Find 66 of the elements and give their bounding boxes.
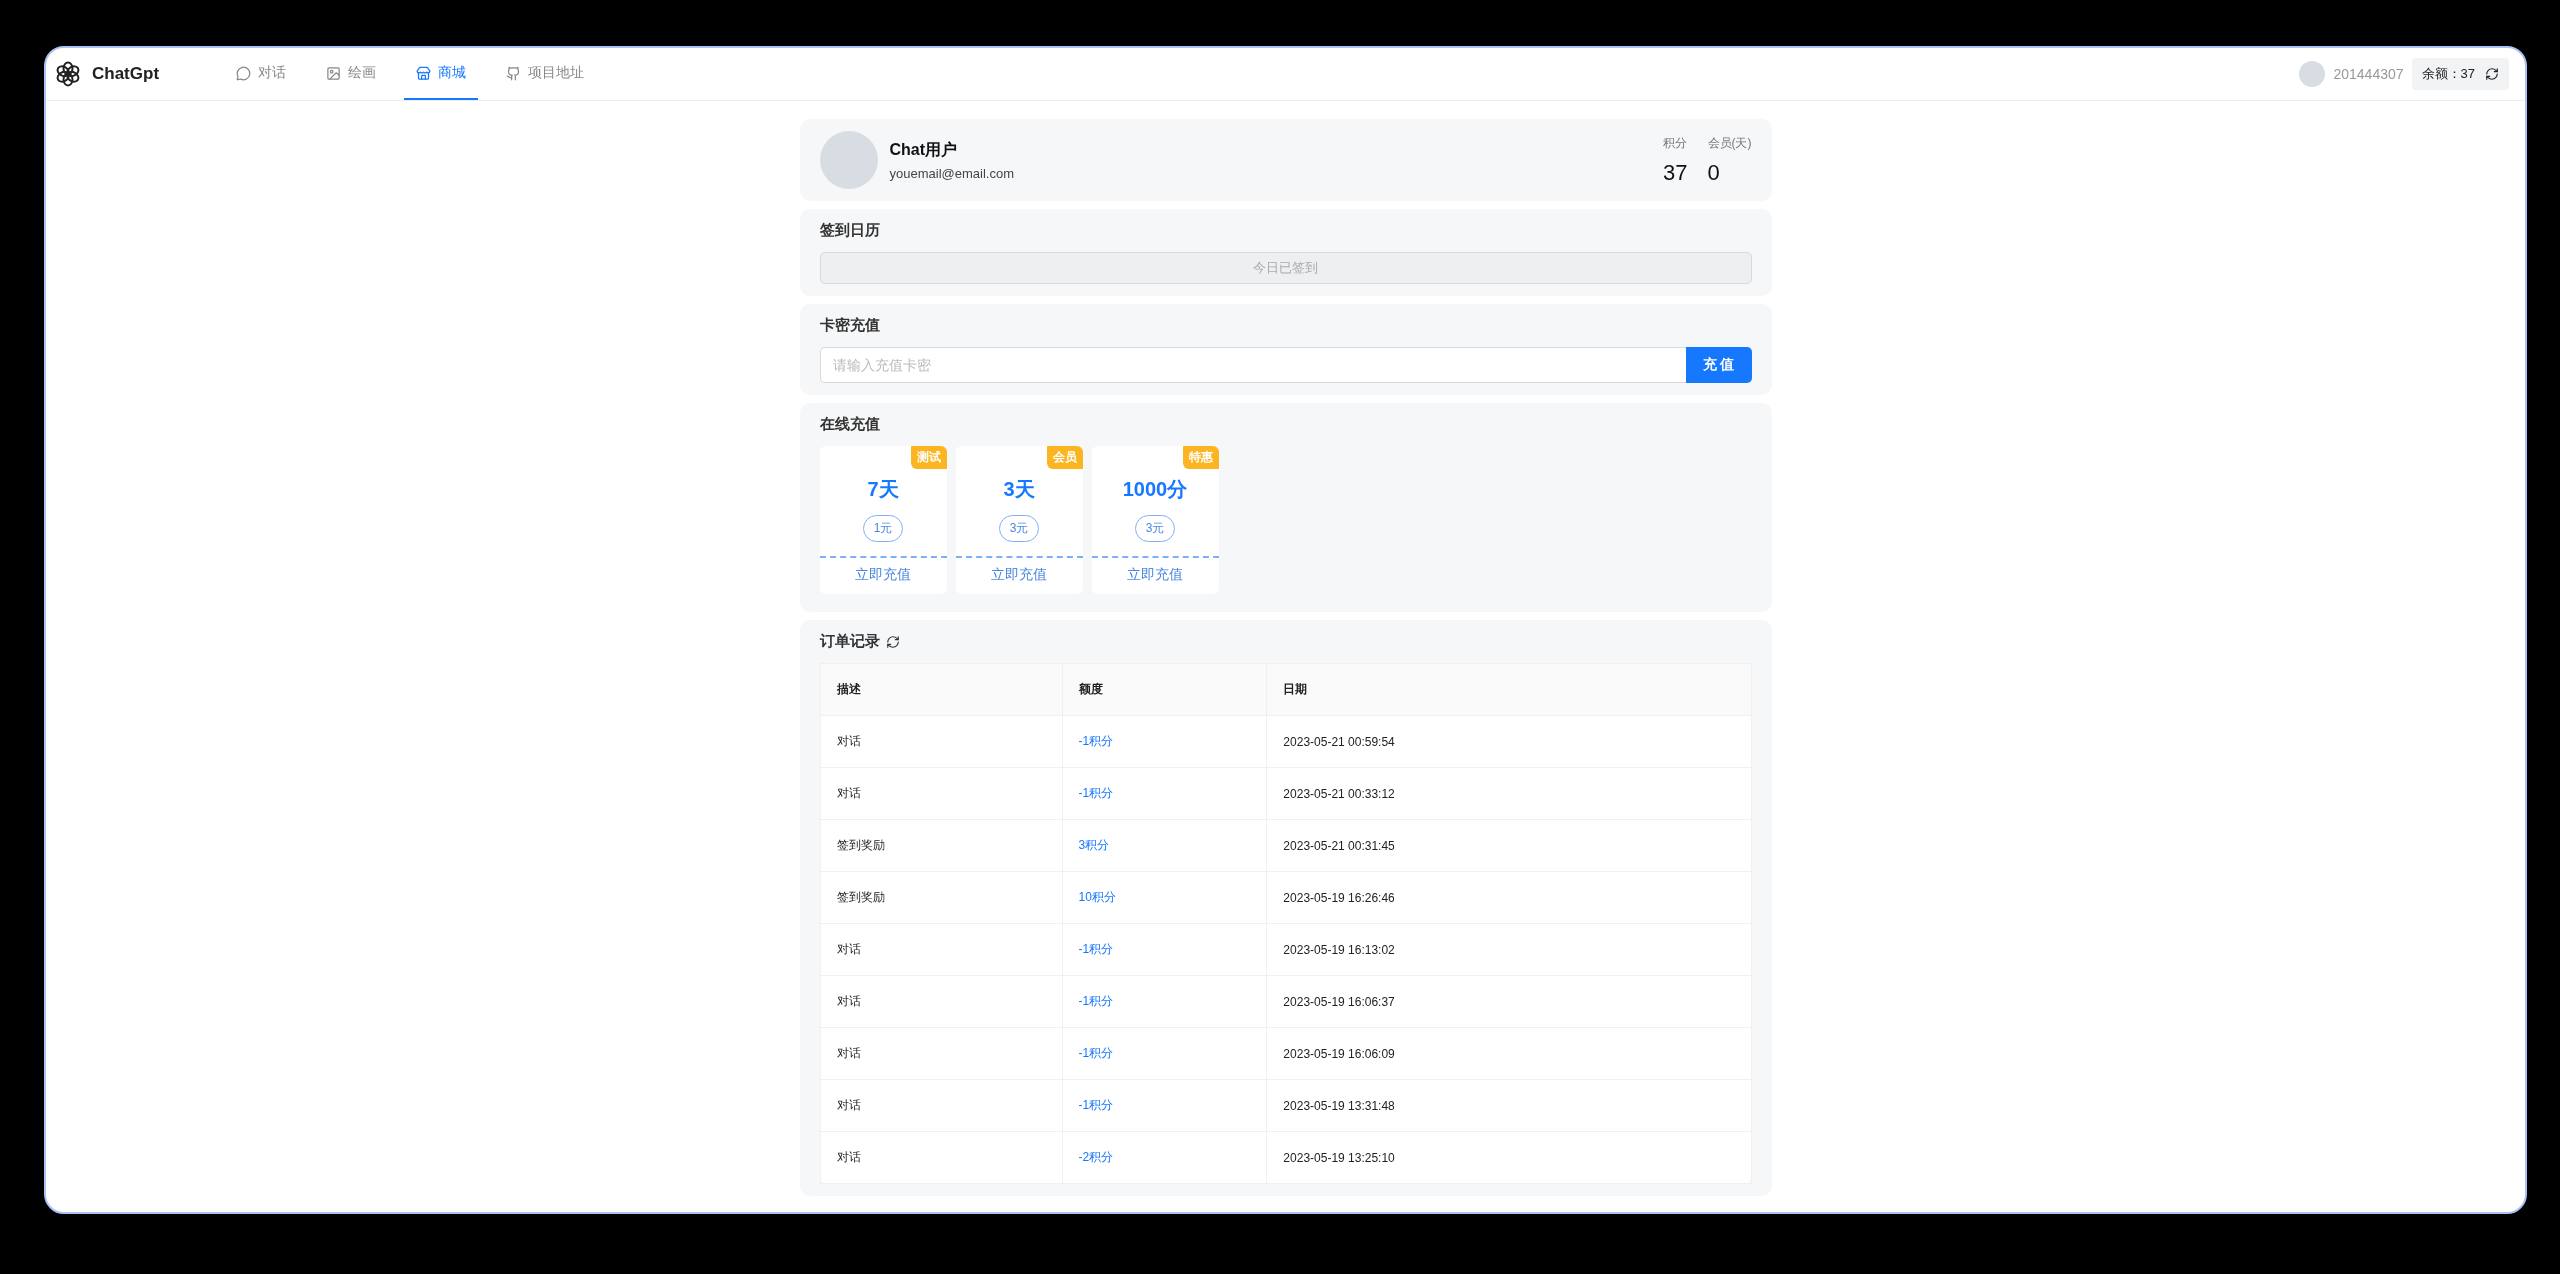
section-title: 签到日历: [819, 221, 880, 240]
nav-tab[interactable]: 项目地址: [494, 48, 596, 100]
section-title: 订单记录: [819, 632, 900, 651]
chat-bubble-icon: [236, 65, 251, 81]
table-cell: 对话: [820, 1027, 1063, 1080]
table-cell: 2023-05-19 13:25:10: [1266, 1131, 1751, 1184]
refresh-icon: [2485, 67, 2499, 81]
package-amount: 3天: [1003, 477, 1035, 502]
user-name: Chat用户: [889, 139, 959, 160]
user-id: 201444307: [2333, 66, 2404, 82]
user-avatar: [2299, 61, 2326, 87]
column-header: 日期: [1266, 663, 1751, 716]
logo-icon: [54, 60, 82, 88]
table-cell: 对话: [820, 715, 1063, 768]
package-tag: 测试: [910, 446, 947, 469]
stat-value: 37: [1663, 159, 1688, 186]
refresh-icon[interactable]: [885, 634, 900, 649]
octocat-icon: [506, 65, 521, 81]
table-cell: 2023-05-21 00:59:54: [1266, 715, 1751, 768]
balance-button[interactable]: 余额：37: [2411, 58, 2509, 90]
buy-button[interactable]: 立即充值: [955, 556, 1083, 594]
buy-button[interactable]: 立即充值: [1091, 556, 1219, 594]
package-tag: 特惠: [1182, 446, 1219, 469]
package-tag: 会员: [1046, 446, 1083, 469]
table-cell: 2023-05-19 16:26:46: [1266, 871, 1751, 924]
table-cell: -1积分: [1062, 1027, 1267, 1080]
table-cell: -1积分: [1062, 715, 1267, 768]
table-cell: 2023-05-19 16:06:37: [1266, 975, 1751, 1028]
table-cell: 2023-05-21 00:31:45: [1266, 819, 1751, 872]
column-header: 描述: [820, 663, 1063, 716]
package-amount: 7天: [867, 477, 899, 502]
table-cell: 3积分: [1062, 819, 1267, 872]
nav-tab[interactable]: 对话: [224, 48, 298, 100]
section-title: 在线充值: [819, 415, 880, 434]
table-cell: -1积分: [1062, 923, 1267, 976]
section-title: 卡密充值: [819, 316, 880, 335]
table-cell: 2023-05-21 00:33:12: [1266, 767, 1751, 820]
recharge-button[interactable]: 充 值: [1685, 347, 1752, 383]
package-amount: 1000分: [1122, 477, 1188, 502]
table-cell: 对话: [820, 923, 1063, 976]
card-code-field[interactable]: 请输入充值卡密: [819, 347, 1686, 383]
table-cell: 10积分: [1062, 871, 1267, 924]
table-cell: 2023-05-19 16:06:09: [1266, 1027, 1751, 1080]
table-cell: 对话: [820, 975, 1063, 1028]
table-cell: -1积分: [1062, 975, 1267, 1028]
stat-value: 0: [1707, 159, 1721, 186]
user-email: youemail@email.com: [889, 165, 1014, 181]
table-cell: 2023-05-19 13:31:48: [1266, 1079, 1751, 1132]
stat-label: 会员(天): [1707, 134, 1752, 152]
table-cell: 2023-05-19 16:13:02: [1266, 923, 1751, 976]
table-cell: 签到奖励: [820, 871, 1063, 924]
store-icon: [416, 65, 431, 81]
image-icon: [326, 65, 341, 81]
table-cell: -1积分: [1062, 1079, 1267, 1132]
table-cell: 对话: [820, 1131, 1063, 1184]
column-header: 额度: [1062, 663, 1267, 716]
nav-tab[interactable]: 商城: [404, 48, 478, 100]
nav-tab[interactable]: 绘画: [314, 48, 388, 100]
table-cell: 签到奖励: [820, 819, 1063, 872]
buy-button[interactable]: 立即充值: [819, 556, 947, 594]
stat-label: 积分: [1663, 134, 1688, 152]
table-cell: 对话: [820, 767, 1063, 820]
table-cell: -2积分: [1062, 1131, 1267, 1184]
app-name: ChatGpt: [92, 64, 160, 84]
table-cell: -1积分: [1062, 767, 1267, 820]
table-cell: 对话: [820, 1079, 1063, 1132]
